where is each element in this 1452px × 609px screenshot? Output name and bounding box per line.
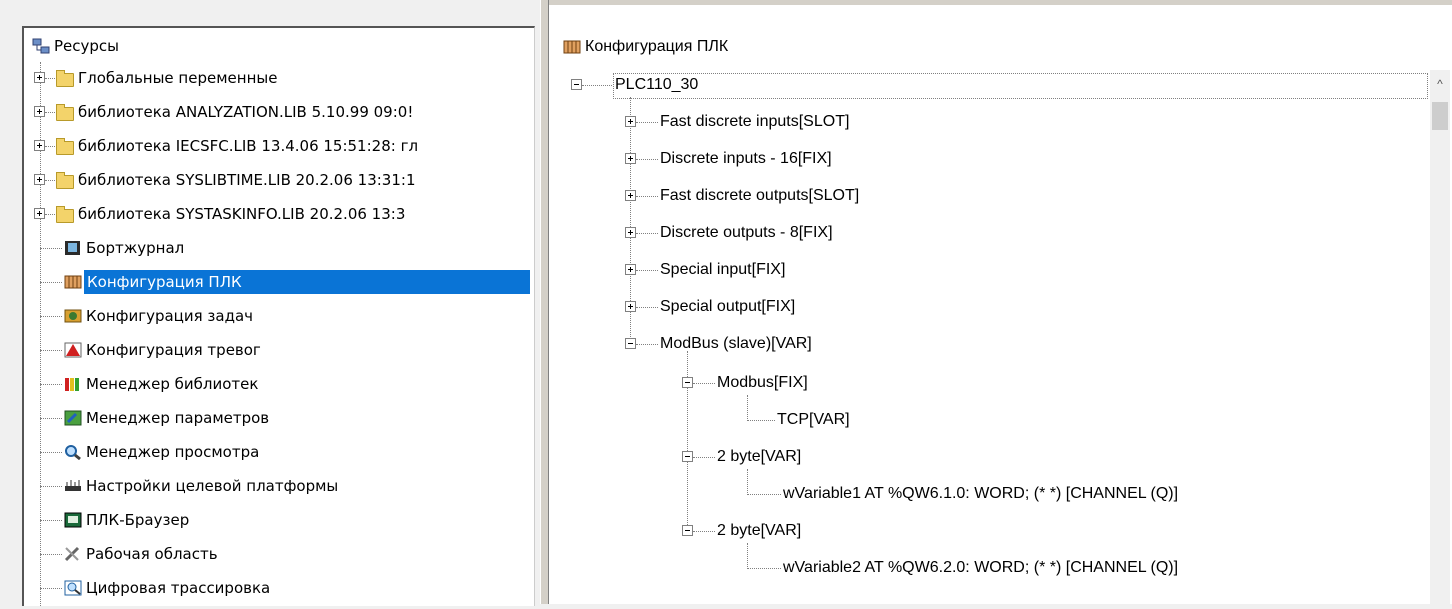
tree-item-label-selected: Конфигурация ПЛК	[84, 270, 530, 294]
plc-configuration-panel: Конфигурация ПЛК PLC110_30 Fast discrete…	[549, 0, 1452, 609]
tree-item[interactable]: Глобальные переменные	[34, 66, 534, 90]
config-node-label: Special output[FIX]	[660, 298, 796, 315]
tree-item-label: Глобальные переменные	[78, 69, 278, 87]
config-node-label: Discrete outputs - 8[FIX]	[660, 224, 833, 241]
root-node-focus	[613, 73, 1428, 99]
tree-item[interactable]: библиотека IECSFC.LIB 13.4.06 15:51:28: …	[34, 134, 534, 158]
resources-tree[interactable]: Ресурсы Глобальные переменные библиотека…	[22, 26, 535, 606]
tree-item-label: Цифровая трассировка	[86, 579, 271, 597]
tree-item[interactable]: Цифровая трассировка	[34, 576, 534, 600]
tree-root-label: Ресурсы	[54, 37, 120, 55]
tree-item[interactable]: Менеджер библиотек	[34, 372, 534, 396]
collapse-minus-icon[interactable]	[682, 451, 693, 462]
folder-icon	[56, 172, 74, 189]
tree-item[interactable]: Конфигурация задач	[34, 304, 534, 328]
library-manager-icon	[65, 378, 79, 391]
tree-item[interactable]: Менеджер просмотра	[34, 440, 534, 464]
target-settings-icon	[65, 480, 81, 491]
scroll-up-arrow-icon[interactable]: ^	[1430, 72, 1450, 96]
config-node-label: Modbus[FIX]	[717, 374, 808, 391]
expand-plus-icon[interactable]	[625, 190, 636, 201]
config-node-label: 2 byte[VAR]	[717, 522, 802, 539]
expand-plus-icon[interactable]	[34, 140, 45, 151]
plc-browser-icon	[64, 512, 82, 528]
logbook-icon	[65, 241, 80, 255]
folder-icon	[56, 138, 74, 155]
plc-config-icon	[64, 275, 82, 289]
pane-splitter[interactable]	[540, 0, 549, 604]
config-node-label: ModBus (slave)[VAR]	[660, 335, 812, 352]
collapse-minus-icon[interactable]	[682, 525, 693, 536]
folder-icon	[56, 104, 74, 121]
tree-item[interactable]: библиотека SYSLIBTIME.LIB 20.2.06 13:31:…	[34, 168, 534, 192]
sampling-trace-icon	[64, 580, 82, 596]
tree-item-label: Конфигурация задач	[86, 307, 254, 325]
config-node-label: Discrete inputs - 16[FIX]	[660, 150, 832, 167]
tree-item-label: библиотека ANALYZATION.LIB 5.10.99 09:0!	[78, 103, 414, 121]
panel-title: Конфигурация ПЛК	[585, 38, 729, 55]
config-node-label: wVariable1 AT %QW6.1.0: WORD; (* *) [CHA…	[783, 485, 1179, 502]
tree-item-label: библиотека IECSFC.LIB 13.4.06 15:51:28: …	[78, 137, 419, 155]
expand-plus-icon[interactable]	[625, 227, 636, 238]
vertical-scrollbar[interactable]: ^	[1430, 70, 1450, 609]
tree-root-label: PLC110_30	[615, 76, 699, 93]
expand-plus-icon[interactable]	[625, 264, 636, 275]
task-config-icon	[64, 309, 82, 323]
watch-manager-icon	[65, 445, 81, 460]
tree-item[interactable]: Рабочая область	[34, 542, 534, 566]
tree-item[interactable]: ПЛК-Браузер	[34, 508, 534, 532]
expand-plus-icon[interactable]	[625, 116, 636, 127]
tree-item[interactable]: Конфигурация ПЛК	[34, 270, 534, 294]
tree-item-label: библиотека SYSTASKINFO.LIB 20.2.06 13:3	[78, 205, 406, 223]
config-node-label: 2 byte[VAR]	[717, 448, 802, 465]
plc-config-icon	[563, 40, 581, 54]
expand-plus-icon[interactable]	[34, 208, 45, 219]
folder-icon	[56, 70, 74, 87]
tree-item[interactable]: библиотека ANALYZATION.LIB 5.10.99 09:0!	[34, 100, 534, 124]
resources-frame: Ресурсы Глобальные переменные библиотека…	[0, 0, 540, 606]
tree-item-label: Рабочая область	[86, 545, 218, 563]
expand-plus-icon[interactable]	[625, 153, 636, 164]
collapse-minus-icon[interactable]	[682, 377, 693, 388]
tree-item[interactable]: Настройки целевой платформы	[34, 474, 534, 498]
expand-plus-icon[interactable]	[625, 301, 636, 312]
tree-item[interactable]: библиотека SYSTASKINFO.LIB 20.2.06 13:3	[34, 202, 534, 226]
collapse-minus-icon[interactable]	[571, 79, 582, 90]
tree-item-label: библиотека SYSLIBTIME.LIB 20.2.06 13:31:…	[78, 171, 416, 189]
expand-plus-icon[interactable]	[34, 174, 45, 185]
tree-item-label: ПЛК-Браузер	[86, 511, 190, 529]
collapse-minus-icon[interactable]	[625, 338, 636, 349]
tree-item-label: Настройки целевой платформы	[86, 477, 339, 495]
expand-plus-icon[interactable]	[34, 72, 45, 83]
tree-item[interactable]: Бортжурнал	[34, 236, 534, 260]
expand-plus-icon[interactable]	[34, 106, 45, 117]
resources-icon	[32, 38, 50, 54]
tree-item-label: Менеджер параметров	[86, 409, 270, 427]
tree-item[interactable]: Менеджер параметров	[34, 406, 534, 430]
config-node-label: Special input[FIX]	[660, 261, 786, 278]
config-node-label: wVariable2 AT %QW6.2.0: WORD; (* *) [CHA…	[783, 559, 1179, 576]
config-node-label: TCP[VAR]	[777, 411, 850, 428]
alarm-config-icon	[64, 342, 82, 358]
tree-item-label: Менеджер просмотра	[86, 443, 260, 461]
tree-item-label: Бортжурнал	[86, 239, 185, 257]
config-node-label: Fast discrete outputs[SLOT]	[660, 187, 860, 204]
scroll-thumb[interactable]	[1432, 102, 1448, 130]
workspace-icon	[64, 546, 80, 562]
tree-item-label: Конфигурация тревог	[86, 341, 261, 359]
folder-icon	[56, 206, 74, 223]
parameter-manager-icon	[64, 410, 82, 426]
tree-item[interactable]: Конфигурация тревог	[34, 338, 534, 362]
tree-item-label: Менеджер библиотек	[86, 375, 259, 393]
config-node-label: Fast discrete inputs[SLOT]	[660, 113, 850, 130]
